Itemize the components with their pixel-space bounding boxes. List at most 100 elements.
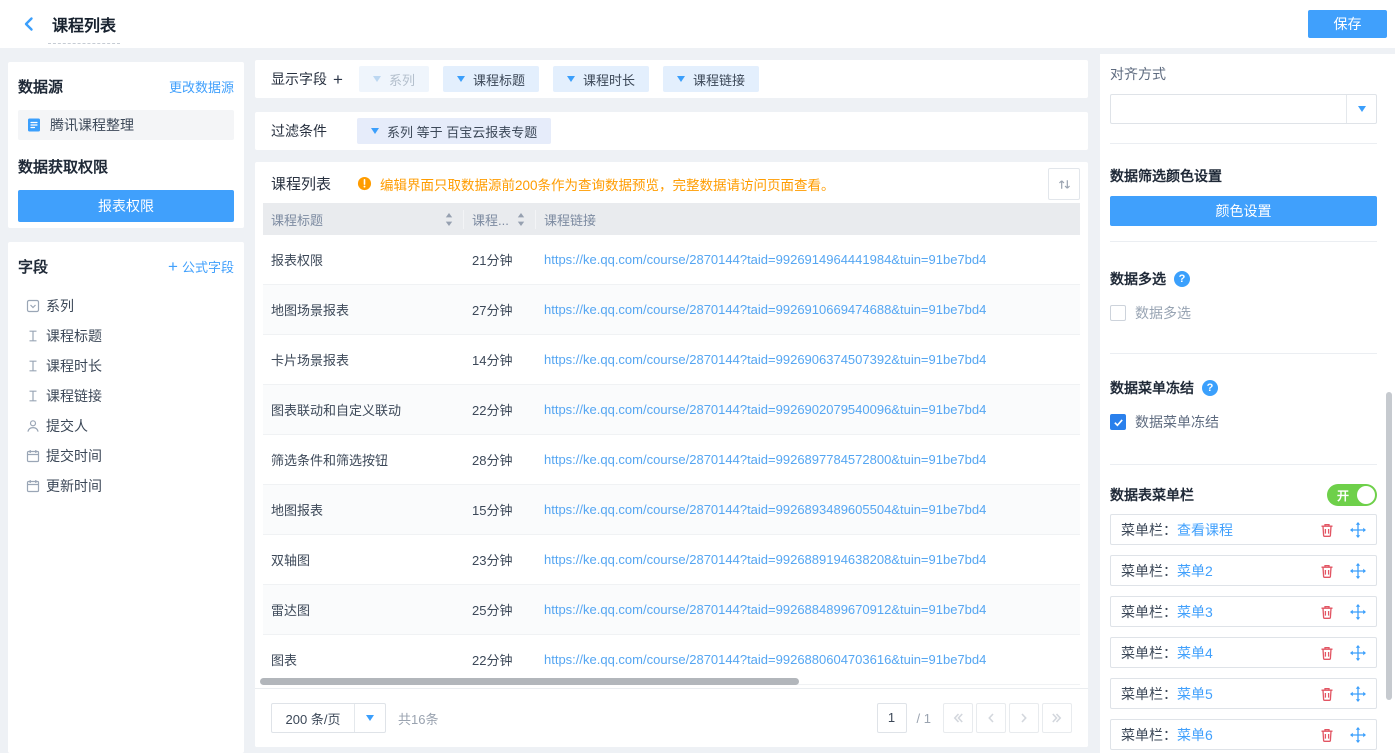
field-label: 系列 [46,296,74,316]
person-icon [26,419,40,433]
checkbox-label: 数据多选 [1135,303,1191,323]
cell-course-link[interactable]: https://ke.qq.com/course/2870144?taid=99… [536,302,1080,317]
menu-toggle[interactable]: 开 [1327,484,1377,506]
color-settings-button[interactable]: 颜色设置 [1110,196,1377,226]
move-icon[interactable] [1350,563,1366,579]
toggle-knob [1357,486,1375,504]
menu-item-3[interactable]: 菜单栏：菜单3 [1110,596,1377,627]
menu-item-name[interactable]: 查看课程 [1177,520,1233,540]
vertical-scrollbar[interactable] [1386,392,1392,700]
save-button[interactable]: 保存 [1308,10,1387,38]
field-item-course-duration[interactable]: 课程时长 [18,351,234,381]
checkbox-unchecked[interactable] [1110,305,1126,321]
move-icon[interactable] [1350,727,1366,743]
move-icon[interactable] [1350,645,1366,661]
last-page-icon [1050,711,1064,725]
table-row: 地图场景报表 27分钟 https://ke.qq.com/course/287… [263,285,1080,335]
menu-item-1[interactable]: 菜单栏：查看课程 [1110,514,1377,545]
horizontal-scrollbar[interactable] [260,678,799,685]
field-tag-course-link[interactable]: 课程链接 [663,66,759,92]
datasource-item[interactable]: 腾讯课程整理 [18,110,234,140]
add-display-field-icon[interactable]: + [333,71,343,88]
change-datasource-link[interactable]: 更改数据源 [169,77,234,96]
menu-item-name[interactable]: 菜单5 [1177,684,1213,704]
trash-icon[interactable] [1319,604,1335,620]
column-header-course-title[interactable]: 课程标题 [263,210,464,229]
table-row: 卡片场景报表 14分钟 https://ke.qq.com/course/287… [263,335,1080,385]
trash-icon[interactable] [1319,563,1335,579]
multi-select-checkbox-row[interactable]: 数据多选 [1110,303,1377,323]
checkbox-label: 数据菜单冻结 [1135,412,1219,432]
table-sort-button[interactable] [1048,168,1080,200]
document-icon [26,117,42,133]
menu-freeze-checkbox-row[interactable]: 数据菜单冻结 [1110,412,1377,432]
move-icon[interactable] [1350,686,1366,702]
settings-panel: 对齐方式 数据筛选颜色设置 颜色设置 数据多选 ? 数据多选 数据菜单冻结 ? [1100,54,1395,753]
help-icon[interactable]: ? [1174,271,1190,287]
main-area: 显示字段 + 系列 课程标题 课程时长 课程链接 [255,60,1088,747]
datasource-title: 数据源 [18,76,63,97]
cell-course-link[interactable]: https://ke.qq.com/course/2870144?taid=99… [536,252,1080,267]
toggle-on-label: 开 [1337,487,1349,504]
table-row: 双轴图 23分钟 https://ke.qq.com/course/287014… [263,535,1080,585]
menu-item-name[interactable]: 菜单3 [1177,602,1213,622]
page-title: 课程列表 [48,12,120,44]
cell-course-link[interactable]: https://ke.qq.com/course/2870144?taid=99… [536,652,1080,667]
field-item-course-link[interactable]: 课程链接 [18,381,234,411]
menu-item-5[interactable]: 菜单栏：菜单5 [1110,678,1377,709]
next-page-button[interactable] [1009,703,1039,733]
back-icon[interactable] [20,15,38,33]
help-icon[interactable]: ? [1202,380,1218,396]
move-icon[interactable] [1350,522,1366,538]
sort-carets-icon[interactable] [517,213,525,226]
cell-course-link[interactable]: https://ke.qq.com/course/2870144?taid=99… [536,552,1080,567]
report-permission-button[interactable]: 报表权限 [18,190,234,222]
field-item-submit-time[interactable]: 提交时间 [18,441,234,471]
table-menu-title: 数据表菜单栏 [1110,485,1194,505]
filter-card: 过滤条件 系列 等于 百宝云报表专题 [255,112,1088,150]
trash-icon[interactable] [1319,522,1335,538]
trash-icon[interactable] [1319,645,1335,661]
cell-course-title: 地图报表 [263,500,464,519]
last-page-button[interactable] [1042,703,1072,733]
caret-down-icon [677,76,685,82]
warning-icon [357,176,372,191]
menu-freeze-title: 数据菜单冻结 [1110,378,1194,398]
cell-course-duration: 28分钟 [464,450,536,469]
calendar-icon [26,479,40,493]
page-input[interactable]: 1 [877,703,907,733]
field-tag-series[interactable]: 系列 [359,66,429,92]
text-icon [26,359,40,373]
cell-course-link[interactable]: https://ke.qq.com/course/2870144?taid=99… [536,402,1080,417]
column-header-course-duration[interactable]: 课程... [464,210,536,229]
cell-course-link[interactable]: https://ke.qq.com/course/2870144?taid=99… [536,452,1080,467]
trash-icon[interactable] [1319,727,1335,743]
filter-condition-tag[interactable]: 系列 等于 百宝云报表专题 [357,118,551,144]
text-icon [26,389,40,403]
menu-item-4[interactable]: 菜单栏：菜单4 [1110,637,1377,668]
checkbox-checked[interactable] [1110,414,1126,430]
field-item-course-title[interactable]: 课程标题 [18,321,234,351]
menu-item-name[interactable]: 菜单4 [1177,643,1213,663]
menu-item-6[interactable]: 菜单栏：菜单6 [1110,719,1377,750]
sort-carets-icon[interactable] [445,213,453,226]
page-size-select[interactable]: 200 条/页 [271,703,386,733]
prev-page-button[interactable] [976,703,1006,733]
field-item-update-time[interactable]: 更新时间 [18,471,234,501]
align-select[interactable] [1110,94,1377,124]
formula-field-link[interactable]: +公式字段 [168,257,234,276]
trash-icon[interactable] [1319,686,1335,702]
cell-course-link[interactable]: https://ke.qq.com/course/2870144?taid=99… [536,602,1080,617]
first-page-button[interactable] [943,703,973,733]
menu-item-name[interactable]: 菜单6 [1177,725,1213,745]
field-item-series[interactable]: 系列 [18,291,234,321]
filter-label: 过滤条件 [271,121,327,141]
field-tag-course-title[interactable]: 课程标题 [443,66,539,92]
menu-item-name[interactable]: 菜单2 [1177,561,1213,581]
move-icon[interactable] [1350,604,1366,620]
cell-course-link[interactable]: https://ke.qq.com/course/2870144?taid=99… [536,502,1080,517]
field-tag-course-duration[interactable]: 课程时长 [553,66,649,92]
cell-course-link[interactable]: https://ke.qq.com/course/2870144?taid=99… [536,352,1080,367]
field-item-submitter[interactable]: 提交人 [18,411,234,441]
menu-item-2[interactable]: 菜单栏：菜单2 [1110,555,1377,586]
